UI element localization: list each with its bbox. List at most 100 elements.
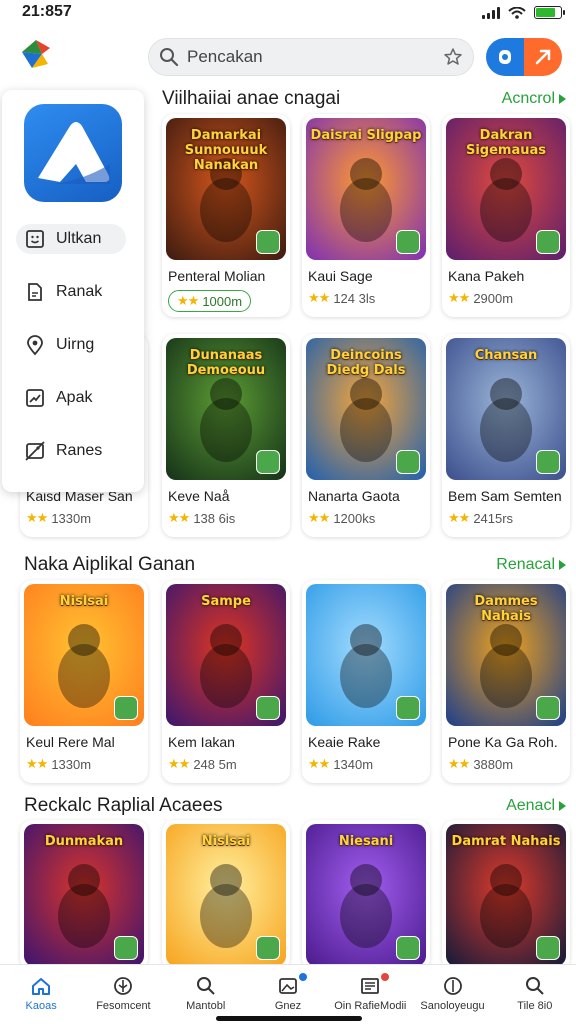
drawer-item-ranak[interactable]: Ranak <box>16 277 126 307</box>
app-card-art[interactable]: Dakran Sigemauas <box>446 118 566 260</box>
app-card-name: Keul Rere Mal <box>26 734 115 750</box>
app-card-meta: ★★ 1200ks <box>308 510 375 526</box>
app-card-art[interactable]: Damarkai Sunnouuuk Nanakan <box>166 118 286 260</box>
drawer-app-logo[interactable] <box>24 104 122 202</box>
art-title: Dunanaas Demoeouu <box>186 348 266 378</box>
app-card-meta-value: 1000m <box>202 293 243 309</box>
nav-item-home[interactable]: Kaoas <box>0 965 82 1024</box>
app-card-art[interactable]: Deincoins Diedg Dals <box>306 338 426 480</box>
section-link-label: Renacal <box>496 556 555 573</box>
drawer-item-ultkan[interactable]: Ultkan <box>16 224 126 254</box>
app-card-art[interactable]: Dunanaas Demoeouu <box>166 338 286 480</box>
app-card-meta-value: 3880m <box>473 756 514 772</box>
app-card-meta-value: 1340m <box>333 756 374 772</box>
section-link-label: Aenacl <box>506 797 555 814</box>
app-card-art[interactable]: Dammes Nahais <box>446 584 566 726</box>
side-drawer: Ultkan Ranak Uirng Apak Ranes <box>2 90 144 492</box>
badge-icon <box>536 450 560 474</box>
app-card[interactable]: Dunanaas Demoeouu Keve Naå ★★ 138 6is <box>162 334 290 537</box>
app-card-art[interactable]: Sampe <box>166 584 286 726</box>
app-card-art[interactable]: Dunmakan <box>24 824 144 966</box>
app-card-meta: ★★ 1330m <box>26 510 91 526</box>
badge-icon <box>396 450 420 474</box>
notification-dot <box>381 973 390 981</box>
app-card-meta: ★★ 248 5m <box>168 756 237 772</box>
nav-item-shield[interactable]: Sanoloyeugu <box>411 965 493 1024</box>
app-card-meta: ★★ 1330m <box>26 756 91 772</box>
app-card-name: Nanarta Gaota <box>308 488 400 504</box>
arrow-right-icon <box>559 94 566 104</box>
app-card[interactable]: Daisrai Sligpap Kaui Sage ★★ 124 3ls <box>302 114 430 317</box>
smile-box-icon <box>26 230 44 248</box>
section-link[interactable]: Aenacl <box>506 797 566 815</box>
nav-label: Mantobl <box>186 1000 226 1012</box>
badge-icon <box>536 936 560 960</box>
app-card[interactable]: Dakran Sigemauas Kana Pakeh ★★ 2900m <box>442 114 570 317</box>
document-icon <box>28 283 42 301</box>
app-card[interactable]: Deincoins Diedg Dals Nanarta Gaota ★★ 1200k… <box>302 334 430 537</box>
rating-stars-icon: ★★ <box>308 290 330 305</box>
character-head <box>68 624 100 656</box>
arrow-right-icon <box>559 801 566 811</box>
app-card-art[interactable] <box>306 584 426 726</box>
search-icon <box>196 977 215 995</box>
app-card-meta-value: 138 6is <box>193 510 236 526</box>
character-head <box>210 624 242 656</box>
shield-icon <box>443 977 462 995</box>
badge-icon <box>114 696 138 720</box>
app-card[interactable]: Damrat Nahais <box>442 820 570 970</box>
drawer-item-ranes[interactable]: Ranes <box>16 436 126 466</box>
art-title: Niesani <box>338 834 394 849</box>
app-card-art[interactable]: Nislsai <box>24 584 144 726</box>
art-title: Dakran Sigemauas <box>465 128 547 158</box>
app-card[interactable]: Dammes Nahais Pone Ka Ga Roh. ★★ 3880m <box>442 580 570 783</box>
app-card-name: Kana Pakeh <box>448 268 525 284</box>
app-card-name: Penteral Molian <box>168 268 266 284</box>
app-card[interactable]: Keaie Rake ★★ 1340m <box>302 580 430 783</box>
character-head <box>350 378 382 410</box>
leaf-icon <box>114 977 133 995</box>
arrow-right-icon <box>559 560 566 570</box>
app-card[interactable]: Nislsai <box>162 820 290 970</box>
app-card-name: Keaie Rake <box>308 734 381 750</box>
app-card[interactable]: Nislsai Keul Rere Mal ★★ 1330m <box>20 580 148 783</box>
chart-box-icon <box>26 389 44 407</box>
badge-icon <box>114 936 138 960</box>
art-title: Dunmakan <box>44 834 124 849</box>
drawer-item-label: Ranes <box>56 442 103 459</box>
app-card-meta: ★★ 3880m <box>448 756 513 772</box>
home-icon <box>32 978 51 995</box>
app-card-meta-value: 248 5m <box>193 756 237 772</box>
drawer-item-apak[interactable]: Apak <box>16 383 126 413</box>
art-title: Damrat Nahais <box>451 834 561 849</box>
app-card-art[interactable]: Chansan <box>446 338 566 480</box>
app-card-art[interactable]: Daisrai Sligpap <box>306 118 426 260</box>
app-card-meta-value: 2415rs <box>473 510 514 526</box>
character-head <box>68 864 100 896</box>
app-card[interactable]: Chansan Bem Sam Semten ★★ 2415rs <box>442 334 570 537</box>
character-head <box>490 158 522 190</box>
app-card[interactable]: Sampe Kem Iakan ★★ 248 5m <box>162 580 290 783</box>
app-card[interactable]: Niesani <box>302 820 430 970</box>
section-link[interactable]: Renacal <box>496 556 566 574</box>
app-card-art[interactable]: Nislsai <box>166 824 286 966</box>
art-title: Sampe <box>201 594 251 609</box>
app-card[interactable]: Dunmakan <box>20 820 148 970</box>
app-card-meta: ★★ 138 6is <box>168 510 235 526</box>
section-link[interactable]: Acncrol <box>502 90 566 108</box>
rating-stars-icon: ★★ <box>448 756 470 771</box>
no-image-icon <box>25 441 45 461</box>
character-head <box>350 158 382 190</box>
nav-label: Oin RafieModii <box>334 1000 407 1012</box>
bottom-nav: Kaoas Fesomcent Mantobl Gnez Oin RafieModii S… <box>0 964 576 1024</box>
notification-dot <box>299 973 308 981</box>
drawer-item-label: Apak <box>56 389 93 406</box>
app-card-art[interactable]: Niesani <box>306 824 426 966</box>
drawer-item-label: Uirng <box>56 336 95 353</box>
app-card-meta: ★★ 1340m <box>308 756 373 772</box>
nav-item-leaf[interactable]: Fesomcent <box>82 965 164 1024</box>
drawer-item-uirng[interactable]: Uirng <box>16 330 126 360</box>
app-card-art[interactable]: Damrat Nahais <box>446 824 566 966</box>
app-card[interactable]: Damarkai Sunnouuuk Nanakan Penteral Molia… <box>162 114 290 317</box>
nav-item-search[interactable]: Tile 8i0 <box>494 965 576 1024</box>
